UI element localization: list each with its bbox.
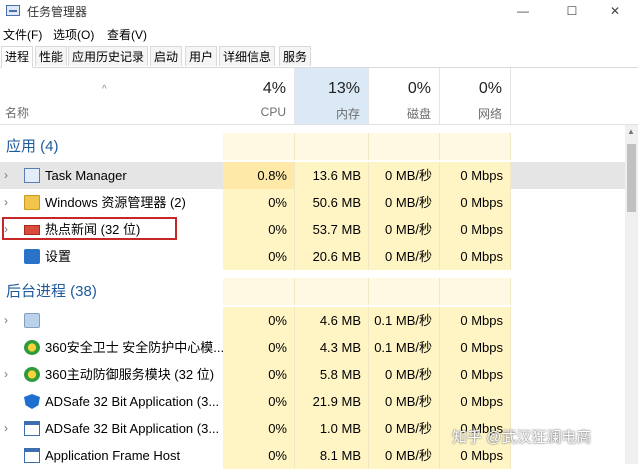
scroll-up-arrow-icon[interactable]: ▲ bbox=[627, 127, 635, 136]
header-network[interactable]: 0% 网络 bbox=[440, 68, 511, 124]
header-cpu[interactable]: 4% CPU bbox=[223, 68, 295, 124]
header-disk[interactable]: 0% 磁盘 bbox=[369, 68, 440, 124]
tab-performance[interactable]: 性能 bbox=[35, 46, 68, 66]
scrollbar-thumb[interactable] bbox=[627, 144, 636, 212]
section-header-background: 后台进程 (38) bbox=[0, 278, 625, 305]
gear-icon bbox=[24, 313, 40, 328]
expand-chevron-icon[interactable]: › bbox=[4, 361, 8, 388]
title-bar: 任务管理器 — ☐ ✕ bbox=[0, 0, 638, 22]
header-memory[interactable]: 13% 内存 bbox=[295, 68, 369, 124]
section-header-apps: 应用 (4) bbox=[0, 133, 625, 160]
tab-services[interactable]: 服务 bbox=[279, 46, 312, 66]
watermark: 知乎 @武汉狂澜电商 bbox=[452, 429, 592, 446]
expand-chevron-icon[interactable]: › bbox=[4, 162, 8, 189]
tab-details[interactable]: 详细信息 bbox=[219, 46, 276, 66]
maximize-button[interactable]: ☐ bbox=[549, 0, 595, 22]
table-row[interactable]: 设置 0% 20.6 MB 0 MB/秒 0 Mbps bbox=[0, 243, 625, 270]
tab-app-history[interactable]: 应用历史记录 bbox=[68, 46, 149, 66]
tab-users[interactable]: 用户 bbox=[185, 46, 218, 66]
360-icon bbox=[24, 340, 40, 355]
tab-processes[interactable]: 进程 bbox=[1, 46, 34, 68]
window-title: 任务管理器 bbox=[27, 5, 88, 19]
expand-chevron-icon[interactable]: › bbox=[4, 307, 8, 334]
menu-view[interactable]: 查看(V) bbox=[107, 26, 147, 43]
menu-options[interactable]: 选项(O) bbox=[53, 26, 94, 43]
table-row[interactable]: ADSafe 32 Bit Application (3... 0% 21.9 … bbox=[0, 388, 625, 415]
tab-bar: 进程 性能 应用历史记录 启动 用户 详细信息 服务 bbox=[0, 46, 638, 68]
task-manager-app-icon bbox=[6, 5, 20, 16]
360-icon bbox=[24, 367, 40, 382]
minimize-button[interactable]: — bbox=[500, 0, 546, 22]
adsafe-icon bbox=[24, 394, 40, 409]
tab-startup[interactable]: 启动 bbox=[150, 46, 183, 66]
expand-chevron-icon[interactable]: › bbox=[4, 189, 8, 216]
app-window-icon bbox=[24, 421, 40, 436]
table-row[interactable]: › Task Manager 0.8% 13.6 MB 0 MB/秒 0 Mbp… bbox=[0, 162, 625, 189]
folder-icon bbox=[24, 195, 40, 210]
table-row[interactable]: › Windows 资源管理器 (2) 0% 50.6 MB 0 MB/秒 0 … bbox=[0, 189, 625, 216]
task-manager-icon bbox=[24, 168, 40, 183]
settings-icon bbox=[24, 249, 40, 264]
table-row[interactable]: › 360主动防御服务模块 (32 位) 0% 5.8 MB 0 MB/秒 0 … bbox=[0, 361, 625, 388]
app-window-icon bbox=[24, 448, 40, 463]
column-header: ^ 名称 4% CPU 13% 内存 0% 磁盘 0% 网络 bbox=[0, 68, 638, 125]
highlight-annotation-box bbox=[2, 217, 177, 240]
table-row[interactable]: 360安全卫士 安全防护中心模... 0% 4.3 MB 0.1 MB/秒 0 … bbox=[0, 334, 625, 361]
header-name[interactable]: 名称 bbox=[5, 104, 29, 121]
menu-file[interactable]: 文件(F) bbox=[3, 26, 42, 43]
sort-caret-icon: ^ bbox=[102, 84, 107, 95]
expand-chevron-icon[interactable]: › bbox=[4, 415, 8, 442]
close-button[interactable]: ✕ bbox=[592, 0, 638, 22]
table-row[interactable]: › 0% 4.6 MB 0.1 MB/秒 0 Mbps bbox=[0, 307, 625, 334]
